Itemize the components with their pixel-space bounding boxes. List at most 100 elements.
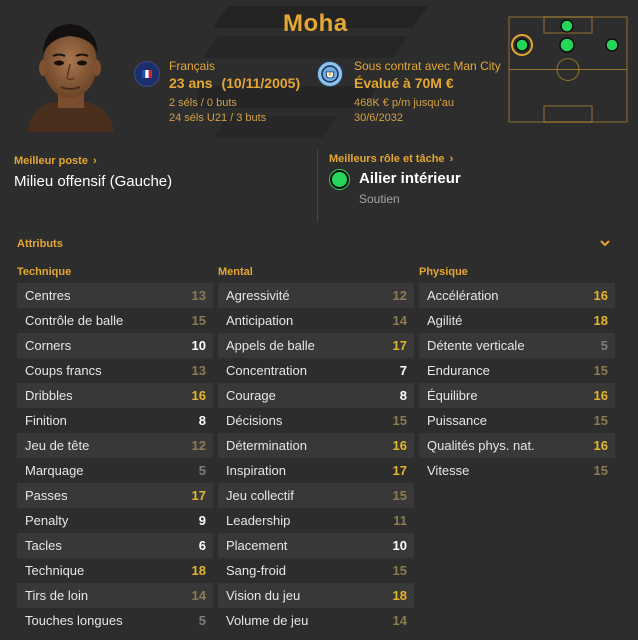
attribute-row[interactable]: Finition 8	[17, 408, 213, 433]
attribute-row[interactable]: Vision du jeu 18	[218, 583, 414, 608]
attribute-row[interactable]: Accélération 16	[419, 283, 615, 308]
attribute-row[interactable]: Qualités phys. nat. 16	[419, 433, 615, 458]
attribute-row[interactable]: Puissance 15	[419, 408, 615, 433]
france-federation-badge-icon[interactable]	[134, 61, 160, 87]
attribute-value: 15	[392, 563, 407, 578]
attribute-row[interactable]: Leadership 11	[218, 508, 414, 533]
attribute-row[interactable]: Corners 10	[17, 333, 213, 358]
attribute-label: Agressivité	[226, 288, 290, 303]
attribute-label: Placement	[226, 538, 288, 553]
attribute-row[interactable]: Jeu collectif 15	[218, 483, 414, 508]
technique-header: Technique	[17, 266, 72, 278]
attribute-label: Finition	[25, 413, 67, 428]
attribute-label: Qualités phys. nat.	[427, 438, 535, 453]
attribute-row[interactable]: Détente verticale 5	[419, 333, 615, 358]
attribute-row[interactable]: Marquage 5	[17, 458, 213, 483]
attribute-label: Détermination	[226, 438, 307, 453]
attribute-value: 13	[191, 363, 206, 378]
attribute-label: Tirs de loin	[25, 588, 89, 603]
wage-info: 468K € p/m jusqu'au 30/6/2032	[354, 96, 454, 126]
attribute-row[interactable]: Technique 18	[17, 558, 213, 583]
attribute-value: 17	[191, 488, 206, 503]
chevron-down-icon[interactable]	[598, 236, 612, 250]
best-role-link[interactable]: Meilleurs rôle et tâche ›	[329, 153, 453, 165]
role-suitability-dot	[330, 170, 349, 189]
attribute-row[interactable]: Endurance 15	[419, 358, 615, 383]
best-position-label: Meilleur poste	[14, 155, 88, 167]
attribute-row[interactable]: Concentration 7	[218, 358, 414, 383]
attribute-row[interactable]: Appels de balle 17	[218, 333, 414, 358]
attribute-value: 18	[392, 588, 407, 603]
attribute-row[interactable]: Dribbles 16	[17, 383, 213, 408]
attribute-row[interactable]: Vitesse 15	[419, 458, 615, 483]
attribute-row[interactable]: Décisions 15	[218, 408, 414, 433]
attribute-label: Inspiration	[226, 463, 286, 478]
player-name: Moha	[283, 10, 348, 37]
attribute-value: 14	[392, 613, 407, 628]
mental-header: Mental	[218, 266, 253, 278]
attribute-label: Agilité	[427, 313, 463, 328]
attribute-label: Touches longues	[25, 613, 123, 628]
attribute-label: Vitesse	[427, 463, 470, 478]
attribute-value: 16	[191, 388, 206, 403]
wage: 468K € p/m jusqu'au	[354, 97, 454, 109]
attribute-row[interactable]: Penalty 9	[17, 508, 213, 533]
attribute-row[interactable]: Jeu de tête 12	[17, 433, 213, 458]
best-position-link[interactable]: Meilleur poste ›	[14, 155, 97, 167]
attribute-label: Tacles	[25, 538, 62, 553]
international-caps: 2 séls / 0 buts 24 séls U21 / 3 buts	[169, 96, 266, 126]
attribute-row[interactable]: Tirs de loin 14	[17, 583, 213, 608]
attribute-label: Équilibre	[427, 388, 478, 403]
best-position: Milieu offensif (Gauche)	[14, 173, 173, 190]
attribute-row[interactable]: Placement 10	[218, 533, 414, 558]
attributes-header[interactable]	[0, 228, 638, 260]
attribute-label: Concentration	[226, 363, 307, 378]
attribute-row[interactable]: Anticipation 14	[218, 308, 414, 333]
attribute-row[interactable]: Courage 8	[218, 383, 414, 408]
age-line: 23 ans (10/11/2005)	[169, 75, 300, 91]
attribute-label: Jeu de tête	[25, 438, 90, 453]
attribute-row[interactable]: Agilité 18	[419, 308, 615, 333]
attribute-value: 5	[600, 338, 608, 353]
attribute-label: Leadership	[226, 513, 291, 528]
nationality[interactable]: Français	[169, 59, 215, 73]
position-pitch-diagram[interactable]	[508, 16, 628, 123]
man-city-badge-icon[interactable]	[317, 61, 343, 87]
attribute-value: 7	[399, 363, 407, 378]
attribute-label: Centres	[25, 288, 71, 303]
mental-list: Agressivité 12 Anticipation 14 Appels de bal…	[218, 283, 414, 633]
attribute-value: 5	[198, 613, 206, 628]
age: 23 ans	[169, 75, 213, 91]
attribute-row[interactable]: Tacles 6	[17, 533, 213, 558]
attribute-row[interactable]: Touches longues 5	[17, 608, 213, 633]
attribute-value: 14	[392, 313, 407, 328]
attribute-value: 8	[198, 413, 206, 428]
attribute-row[interactable]: Volume de jeu 14	[218, 608, 414, 633]
attribute-value: 18	[593, 313, 608, 328]
attribute-row[interactable]: Équilibre 16	[419, 383, 615, 408]
attribute-value: 18	[191, 563, 206, 578]
attribute-label: Sang-froid	[226, 563, 286, 578]
attribute-row[interactable]: Détermination 16	[218, 433, 414, 458]
attribute-row[interactable]: Centres 13	[17, 283, 213, 308]
best-role-duty: Soutien	[359, 192, 400, 206]
u21-caps: 24 séls U21 / 3 buts	[169, 112, 267, 124]
attribute-label: Dribbles	[25, 388, 73, 403]
chevron-right-icon: ›	[449, 153, 454, 165]
attribute-value: 14	[191, 588, 206, 603]
attribute-label: Coups francs	[25, 363, 102, 378]
attribute-label: Passes	[25, 488, 68, 503]
attribute-value: 15	[392, 413, 407, 428]
contract-club[interactable]: Sous contrat avec Man City	[354, 59, 501, 73]
attribute-row[interactable]: Sang-froid 15	[218, 558, 414, 583]
attribute-row[interactable]: Coups francs 13	[17, 358, 213, 383]
attribute-row[interactable]: Passes 17	[17, 483, 213, 508]
attribute-row[interactable]: Inspiration 17	[218, 458, 414, 483]
attribute-label: Appels de balle	[226, 338, 315, 353]
attribute-label: Penalty	[25, 513, 69, 528]
attribute-label: Anticipation	[226, 313, 294, 328]
best-role: Ailier intérieur	[359, 170, 461, 187]
attribute-value: 11	[393, 513, 407, 528]
attribute-row[interactable]: Contrôle de balle 15	[17, 308, 213, 333]
attribute-row[interactable]: Agressivité 12	[218, 283, 414, 308]
